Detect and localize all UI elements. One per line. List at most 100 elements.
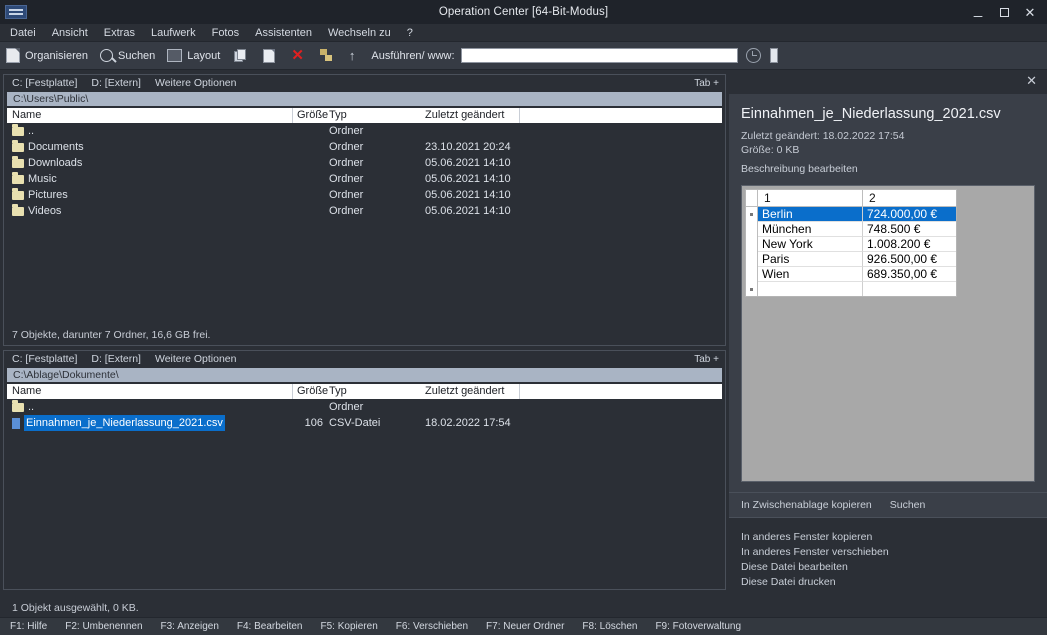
spreadsheet-cell[interactable] (758, 282, 863, 296)
panel-bottom-path[interactable]: C:\Ablage\Dokumente\ (7, 368, 722, 382)
column-header-name[interactable]: Name (12, 384, 41, 399)
menu-item-assistenten[interactable]: Assistenten (247, 24, 320, 42)
spreadsheet-cell[interactable]: New York (758, 237, 863, 252)
panel-top-tab-more-options[interactable]: Weitere Optionen (148, 75, 244, 92)
spreadsheet-cell[interactable]: 724.000,00 € (863, 207, 956, 222)
spreadsheet-row[interactable]: Wien 689.350,00 € (746, 267, 956, 282)
spreadsheet-cell[interactable] (863, 282, 956, 296)
table-row[interactable]: Downloads Ordner 05.06.2021 14:10 (7, 155, 722, 171)
panel-bottom-tab-d[interactable]: D: [Extern] (84, 351, 148, 368)
function-key-f9[interactable]: F9: Fotoverwaltung (646, 618, 750, 635)
function-key-f4[interactable]: F4: Bearbeiten (228, 618, 312, 635)
menu-item-help[interactable]: ? (399, 24, 421, 42)
spreadsheet-cell[interactable]: 748.500 € (863, 222, 956, 237)
spreadsheet-cell[interactable]: Berlin (758, 207, 863, 222)
table-row[interactable]: Music Ordner 05.06.2021 14:10 (7, 171, 722, 187)
copy-to-other-window-link[interactable]: In anderes Fenster kopieren (741, 530, 1035, 545)
organize-button[interactable]: Organisieren (0, 42, 94, 70)
close-button[interactable]: ✕ (1017, 0, 1043, 24)
function-key-f1[interactable]: F1: Hilfe (0, 618, 56, 635)
copy-button[interactable] (226, 42, 255, 70)
menu-bar: Datei Ansicht Extras Laufwerk Fotos Assi… (0, 24, 1047, 42)
function-key-f2[interactable]: F2: Umbenennen (56, 618, 151, 635)
copy-to-clipboard-link[interactable]: In Zwischenablage kopieren (741, 499, 872, 511)
panel-bottom-add-tab-button[interactable]: Tab + (694, 354, 719, 365)
menu-item-fotos[interactable]: Fotos (204, 24, 248, 42)
spreadsheet-corner[interactable] (746, 190, 758, 206)
spreadsheet-cell[interactable]: Paris (758, 252, 863, 267)
preview-search-link[interactable]: Suchen (890, 499, 926, 511)
column-header-size[interactable]: Größe (297, 108, 328, 123)
file-type: Ordner (329, 401, 364, 413)
table-row[interactable]: Pictures Ordner 05.06.2021 14:10 (7, 187, 722, 203)
table-row[interactable]: .. Ordner (7, 399, 722, 415)
function-key-f8[interactable]: F8: Löschen (573, 618, 646, 635)
spreadsheet-row[interactable]: Berlin 724.000,00 € (746, 207, 956, 222)
function-key-f6[interactable]: F6: Verschieben (387, 618, 477, 635)
folder-icon (12, 188, 24, 200)
spreadsheet-cell[interactable]: 1.008.200 € (863, 237, 956, 252)
spreadsheet-cell[interactable]: München (758, 222, 863, 237)
panel-toggle-icon[interactable] (769, 48, 778, 63)
spreadsheet: 1 2 Berlin 724.000,00 € München 748.500 … (745, 189, 957, 297)
spreadsheet-row[interactable]: New York 1.008.200 € (746, 237, 956, 252)
column-header-size[interactable]: Größe (297, 384, 328, 399)
move-to-other-window-link[interactable]: In anderes Fenster verschieben (741, 545, 1035, 560)
spreadsheet-row[interactable]: München 748.500 € (746, 222, 956, 237)
spreadsheet-col-header-2[interactable]: 2 (863, 190, 956, 206)
spreadsheet-cell[interactable]: 926.500,00 € (863, 252, 956, 267)
row-marker[interactable] (746, 237, 758, 252)
menu-item-wechseln-zu[interactable]: Wechseln zu (320, 24, 399, 42)
menu-item-ansicht[interactable]: Ansicht (44, 24, 96, 42)
row-marker[interactable] (746, 267, 758, 282)
go-up-button[interactable]: ↑ (341, 42, 364, 70)
menu-item-datei[interactable]: Datei (0, 24, 44, 42)
function-key-f3[interactable]: F3: Anzeigen (152, 618, 228, 635)
table-row[interactable]: Einnahmen_je_Niederlassung_2021.csv 106 … (7, 415, 722, 431)
panel-top-path[interactable]: C:\Users\Public\ (7, 92, 722, 106)
column-header-date[interactable]: Zuletzt geändert (425, 108, 505, 123)
minimize-button[interactable]: _ (965, 0, 991, 24)
paste-button[interactable] (255, 42, 283, 70)
panel-top-tab-d[interactable]: D: [Extern] (84, 75, 148, 92)
spreadsheet-row[interactable]: Paris 926.500,00 € (746, 252, 956, 267)
panel-top-add-tab-button[interactable]: Tab + (694, 78, 719, 89)
spreadsheet-cell[interactable]: 689.350,00 € (863, 267, 956, 282)
function-key-f5[interactable]: F5: Kopieren (312, 618, 387, 635)
edit-file-link[interactable]: Diese Datei bearbeiten (741, 560, 1035, 575)
row-marker[interactable] (746, 207, 758, 222)
maximize-button[interactable] (991, 0, 1017, 24)
spreadsheet-col-header-1[interactable]: 1 (758, 190, 863, 206)
preview-close-icon[interactable]: ✕ (1026, 74, 1037, 87)
panel-bottom-tab-c[interactable]: C: [Festplatte] (4, 351, 84, 368)
file-name: Videos (28, 205, 62, 217)
print-file-link[interactable]: Diese Datei drucken (741, 575, 1035, 590)
menu-item-extras[interactable]: Extras (96, 24, 143, 42)
column-header-type[interactable]: Typ (329, 108, 347, 123)
layout-button[interactable]: Layout (161, 42, 226, 70)
row-marker[interactable] (746, 252, 758, 267)
column-header-type[interactable]: Typ (329, 384, 347, 399)
table-row[interactable]: Videos Ordner 05.06.2021 14:10 (7, 203, 722, 219)
folder-tree-button[interactable] (312, 42, 341, 70)
menu-item-laufwerk[interactable]: Laufwerk (143, 24, 204, 42)
row-marker[interactable] (746, 282, 758, 296)
panel-top-tab-c[interactable]: C: [Festplatte] (4, 75, 84, 92)
delete-button[interactable]: ✕ (283, 42, 312, 70)
spreadsheet-cell[interactable]: Wien (758, 267, 863, 282)
column-header-date[interactable]: Zuletzt geändert (425, 384, 505, 399)
run-input[interactable] (460, 48, 738, 63)
folder-icon (12, 400, 24, 412)
panel-bottom-tab-more-options[interactable]: Weitere Optionen (148, 351, 244, 368)
preview-actions: In Zwischenablage kopieren Suchen (729, 492, 1047, 518)
column-header-name[interactable]: Name (12, 108, 41, 123)
spreadsheet-row-empty[interactable] (746, 282, 956, 296)
edit-description-link[interactable]: Beschreibung bearbeiten (741, 163, 1035, 175)
search-button[interactable]: Suchen (94, 42, 161, 70)
function-key-f7[interactable]: F7: Neuer Ordner (477, 618, 573, 635)
clock-icon[interactable] (745, 48, 761, 63)
table-row[interactable]: .. Ordner (7, 123, 722, 139)
table-row[interactable]: Documents Ordner 23.10.2021 20:24 (7, 139, 722, 155)
row-marker[interactable] (746, 222, 758, 237)
preview-links: In anderes Fenster kopieren In anderes F… (729, 518, 1047, 590)
